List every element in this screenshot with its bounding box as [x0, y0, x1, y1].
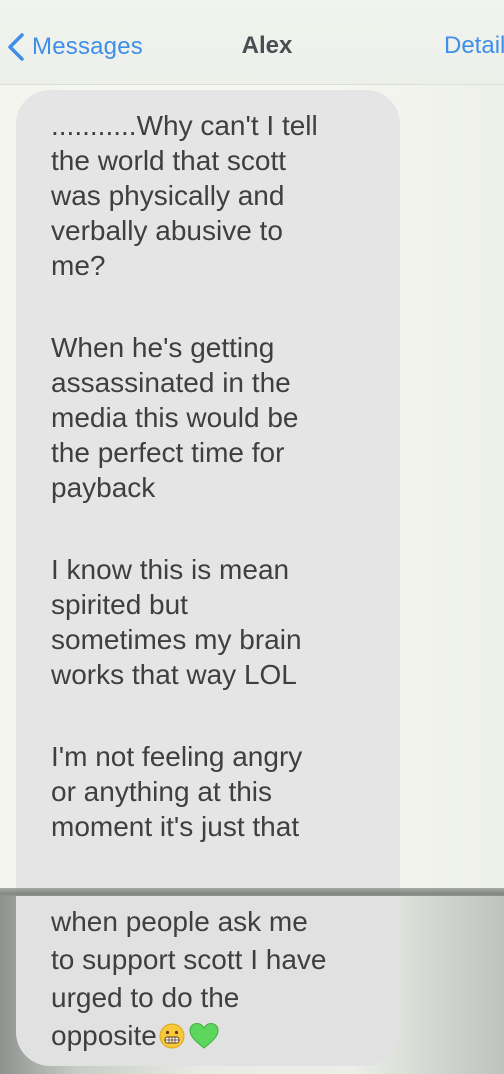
message-line: [51, 692, 396, 739]
message-line: [51, 283, 396, 330]
grimacing-face-icon: [159, 1023, 185, 1049]
message-bubble-upper: ...........Why can't I tell the world th…: [16, 90, 400, 896]
navigation-bar: Messages Alex Details: [0, 0, 504, 85]
message-line: verbally abusive to: [51, 215, 283, 246]
message-text-lower: when people ask me to support scott I ha…: [51, 904, 396, 1056]
message-line: to support scott I have: [51, 944, 327, 975]
contact-name: Alex: [241, 32, 293, 59]
details-button[interactable]: Details: [444, 32, 504, 60]
message-line: urged to do the: [51, 982, 240, 1013]
message-line: or anything at this: [51, 776, 273, 807]
message-line-last: opposite: [51, 1018, 396, 1056]
message-bubble-lower: when people ask me to support scott I ha…: [16, 896, 400, 1066]
message-line: the world that scott: [51, 145, 287, 176]
message-line: assassinated in the: [51, 367, 291, 398]
message-line: [51, 505, 396, 552]
message-line: the perfect time for: [51, 437, 285, 468]
message-line: when people ask me: [51, 906, 308, 937]
message-line: media this would be: [51, 402, 299, 433]
message-line: I know this is mean: [51, 554, 290, 585]
message-line: When he's getting: [51, 332, 275, 363]
message-line: was physically and: [51, 180, 285, 211]
message-line: I'm not feeling angry: [51, 741, 303, 772]
message-line: works that way LOL: [51, 659, 297, 690]
message-line: ...........Why can't I tell: [51, 110, 318, 141]
message-line: payback: [51, 472, 156, 503]
message-line: opposite: [51, 1020, 157, 1051]
message-text-upper: ...........Why can't I tell the world th…: [51, 108, 396, 844]
message-line: sometimes my brain: [51, 624, 302, 655]
green-heart-icon: [189, 1022, 219, 1049]
message-line: moment it's just that: [51, 811, 300, 842]
message-line: spirited but: [51, 589, 188, 620]
message-line: me?: [51, 250, 106, 281]
